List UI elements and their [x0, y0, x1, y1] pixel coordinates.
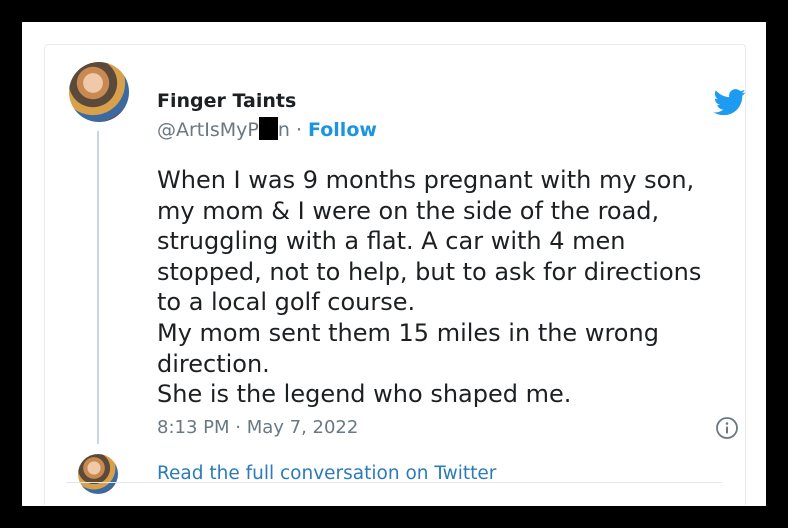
author-name[interactable]: Finger Taints [157, 90, 296, 112]
tweet-line: direction. [157, 349, 270, 378]
tweet-line: She is the legend who shaped me. [157, 380, 572, 409]
tweet-line: When I was 9 months pregnant with my son… [157, 166, 695, 194]
author-handle-suffix[interactable]: n [278, 119, 290, 141]
follow-button[interactable]: Follow [308, 119, 377, 141]
tweet-line: my mom & I were on the side of the road, [157, 196, 660, 225]
tweet-card: Finger Taints @ArtIsMyP n · Follow When I… [44, 44, 746, 505]
author-avatar[interactable] [69, 62, 129, 122]
twitter-bird-icon[interactable] [714, 89, 746, 116]
handle-separator: · [289, 119, 309, 141]
author-handle-prefix[interactable]: @ArtIsMyP [157, 119, 259, 141]
tweet-line: struggling with a flat. A car with 4 men [157, 227, 626, 256]
conversation-avatar[interactable] [78, 454, 118, 494]
tweet-line: to a local golf course. [157, 288, 416, 317]
thread-line [97, 131, 99, 444]
divider [66, 482, 722, 483]
redaction-block [258, 117, 278, 140]
author-handle-row: @ArtIsMyP n · Follow [157, 117, 377, 141]
tweet-text: When I was 9 months pregnant with my son… [157, 165, 747, 410]
read-conversation-link[interactable]: Read the full conversation on Twitter [157, 463, 496, 484]
tweet-line: My mom sent them 15 miles in the wrong [157, 318, 659, 347]
embed-frame: Finger Taints @ArtIsMyP n · Follow When I… [22, 22, 766, 506]
tweet-timestamp[interactable]: 8:13 PM · May 7, 2022 [157, 417, 358, 438]
info-icon[interactable] [715, 416, 739, 440]
tweet-line: stopped, not to help, but to ask for dir… [157, 257, 702, 286]
